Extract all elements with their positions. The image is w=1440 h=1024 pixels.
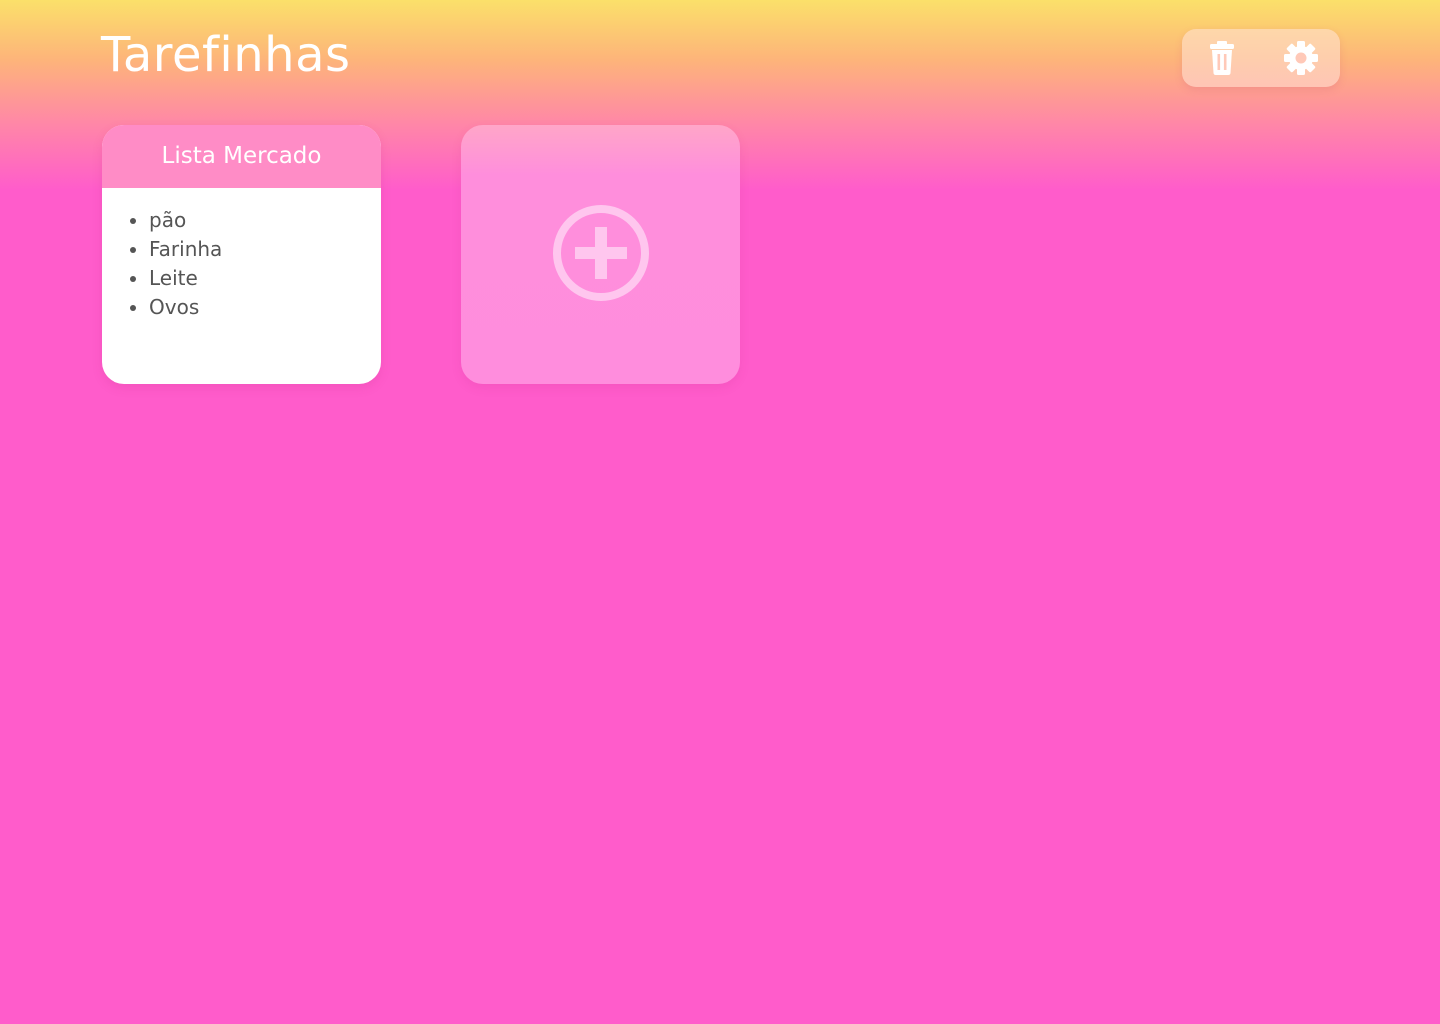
trash-icon [1209, 41, 1235, 75]
toolbar [1182, 29, 1340, 87]
app-title: Tarefinhas [101, 27, 351, 83]
note-title: Lista Mercado [102, 125, 381, 188]
note-card[interactable]: Lista Mercado pão Farinha Leite Ovos [102, 125, 381, 384]
add-note-button[interactable] [461, 125, 740, 384]
note-items: pão Farinha Leite Ovos [102, 188, 381, 322]
list-item: Ovos [149, 293, 381, 322]
settings-button[interactable] [1271, 33, 1331, 83]
plus-circle-icon [551, 203, 651, 307]
delete-button[interactable] [1192, 33, 1252, 83]
list-item: pão [149, 206, 381, 235]
list-item: Leite [149, 264, 381, 293]
gear-icon [1283, 40, 1319, 76]
list-item: Farinha [149, 235, 381, 264]
